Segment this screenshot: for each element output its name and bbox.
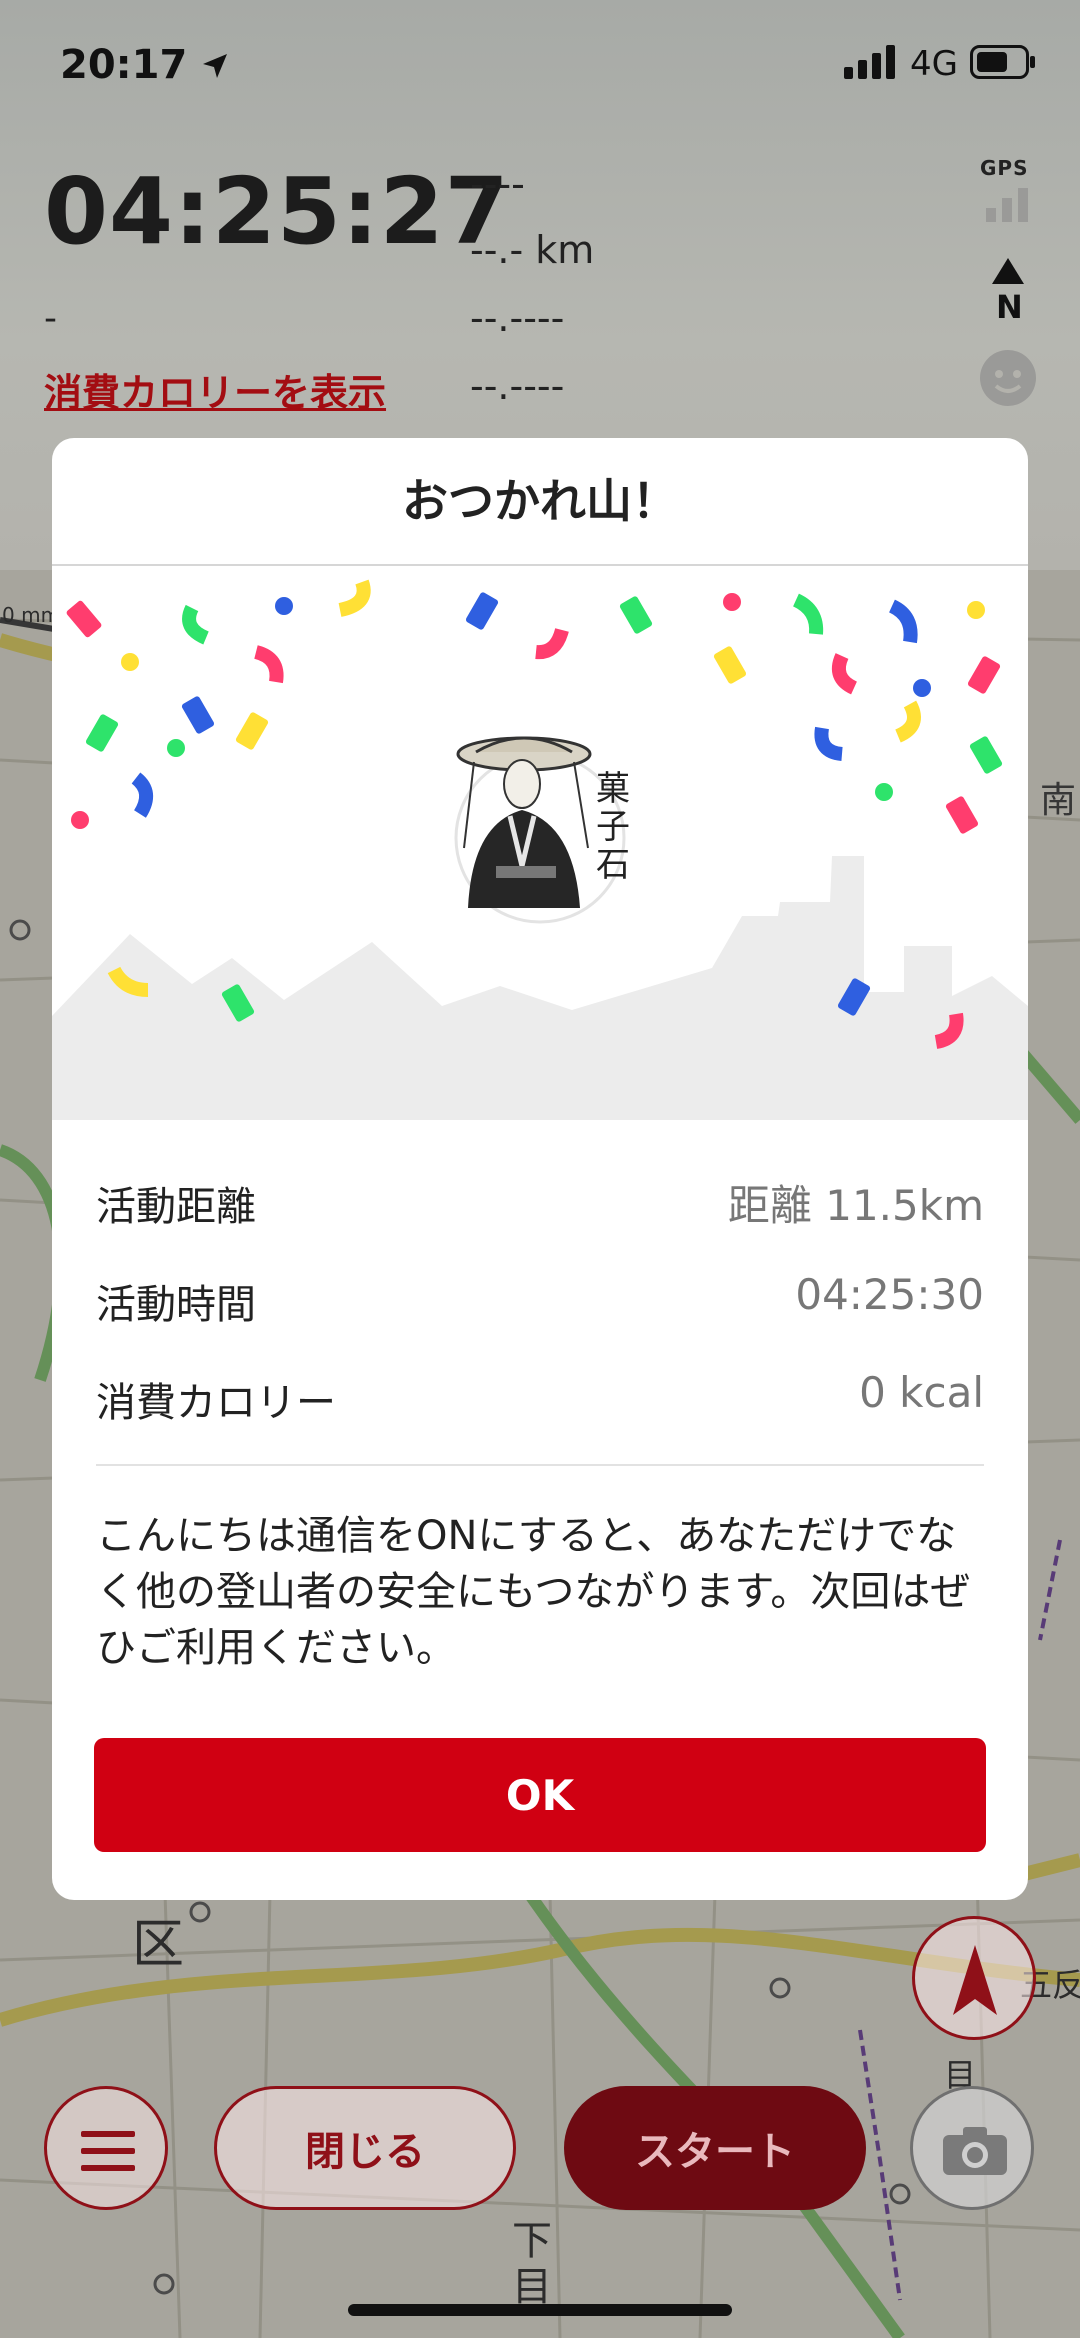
metric-1: ---- bbox=[470, 162, 525, 206]
camera-button[interactable] bbox=[910, 2086, 1034, 2210]
metric-distance: --.- km bbox=[470, 228, 595, 272]
status-indicators: 4G bbox=[844, 44, 1036, 84]
dialog-title: おつかれ山！ bbox=[402, 474, 678, 528]
metric-4: --.---- bbox=[470, 364, 565, 408]
compass-icon bbox=[953, 1945, 997, 2019]
celebration-illustration: 菓 子 石 bbox=[52, 566, 1028, 1120]
location-arrow-icon bbox=[201, 44, 229, 90]
start-button[interactable]: スタート bbox=[564, 2086, 866, 2210]
battery-icon bbox=[970, 45, 1036, 83]
signal-bars-icon bbox=[844, 45, 898, 83]
gps-label: GPS bbox=[980, 156, 1029, 180]
left-placeholder: - bbox=[44, 298, 57, 339]
close-button[interactable]: 閉じる bbox=[214, 2086, 516, 2210]
status-time: 20:17 bbox=[60, 42, 229, 90]
stat-calorie-label: 消費カロリー bbox=[96, 1380, 336, 1426]
stat-calorie-value: 0 kcal bbox=[859, 1368, 984, 1417]
compass-button[interactable] bbox=[912, 1916, 1036, 2040]
ok-button[interactable]: OK bbox=[94, 1738, 986, 1852]
network-type: 4G bbox=[910, 44, 958, 84]
stat-distance-value: 距離 11.5km bbox=[727, 1181, 984, 1230]
svg-text:子: 子 bbox=[596, 807, 630, 847]
completion-dialog: おつかれ山！ 菓 子 石 活動距離 距離 11.5km 活動時間 04:25:3… bbox=[52, 438, 1028, 1900]
svg-text:N: N bbox=[996, 288, 1023, 324]
menu-icon bbox=[81, 2131, 135, 2175]
stats-divider bbox=[96, 1464, 984, 1466]
stat-distance-label: 活動距離 bbox=[96, 1184, 256, 1230]
stat-time-label: 活動時間 bbox=[96, 1282, 256, 1328]
svg-text:石: 石 bbox=[596, 845, 630, 885]
gps-signal-icon bbox=[984, 184, 1034, 226]
svg-text:菓: 菓 bbox=[596, 769, 630, 809]
camera-icon bbox=[943, 2125, 1007, 2179]
metric-3: --.---- bbox=[470, 296, 565, 340]
north-arrow-icon[interactable]: N bbox=[988, 256, 1028, 328]
show-calories-link[interactable]: 消費カロリーを表示 bbox=[44, 362, 386, 417]
home-indicator[interactable] bbox=[348, 2304, 732, 2316]
stat-time-value: 04:25:30 bbox=[795, 1270, 984, 1319]
elapsed-timer: 04:25:27 bbox=[44, 158, 510, 265]
dialog-message: こんにちは通信をONにすると、あなただけでなく他の登山者の安全にもつながります。… bbox=[96, 1513, 971, 1671]
menu-button[interactable] bbox=[44, 2086, 168, 2210]
face-icon[interactable] bbox=[978, 348, 1038, 412]
